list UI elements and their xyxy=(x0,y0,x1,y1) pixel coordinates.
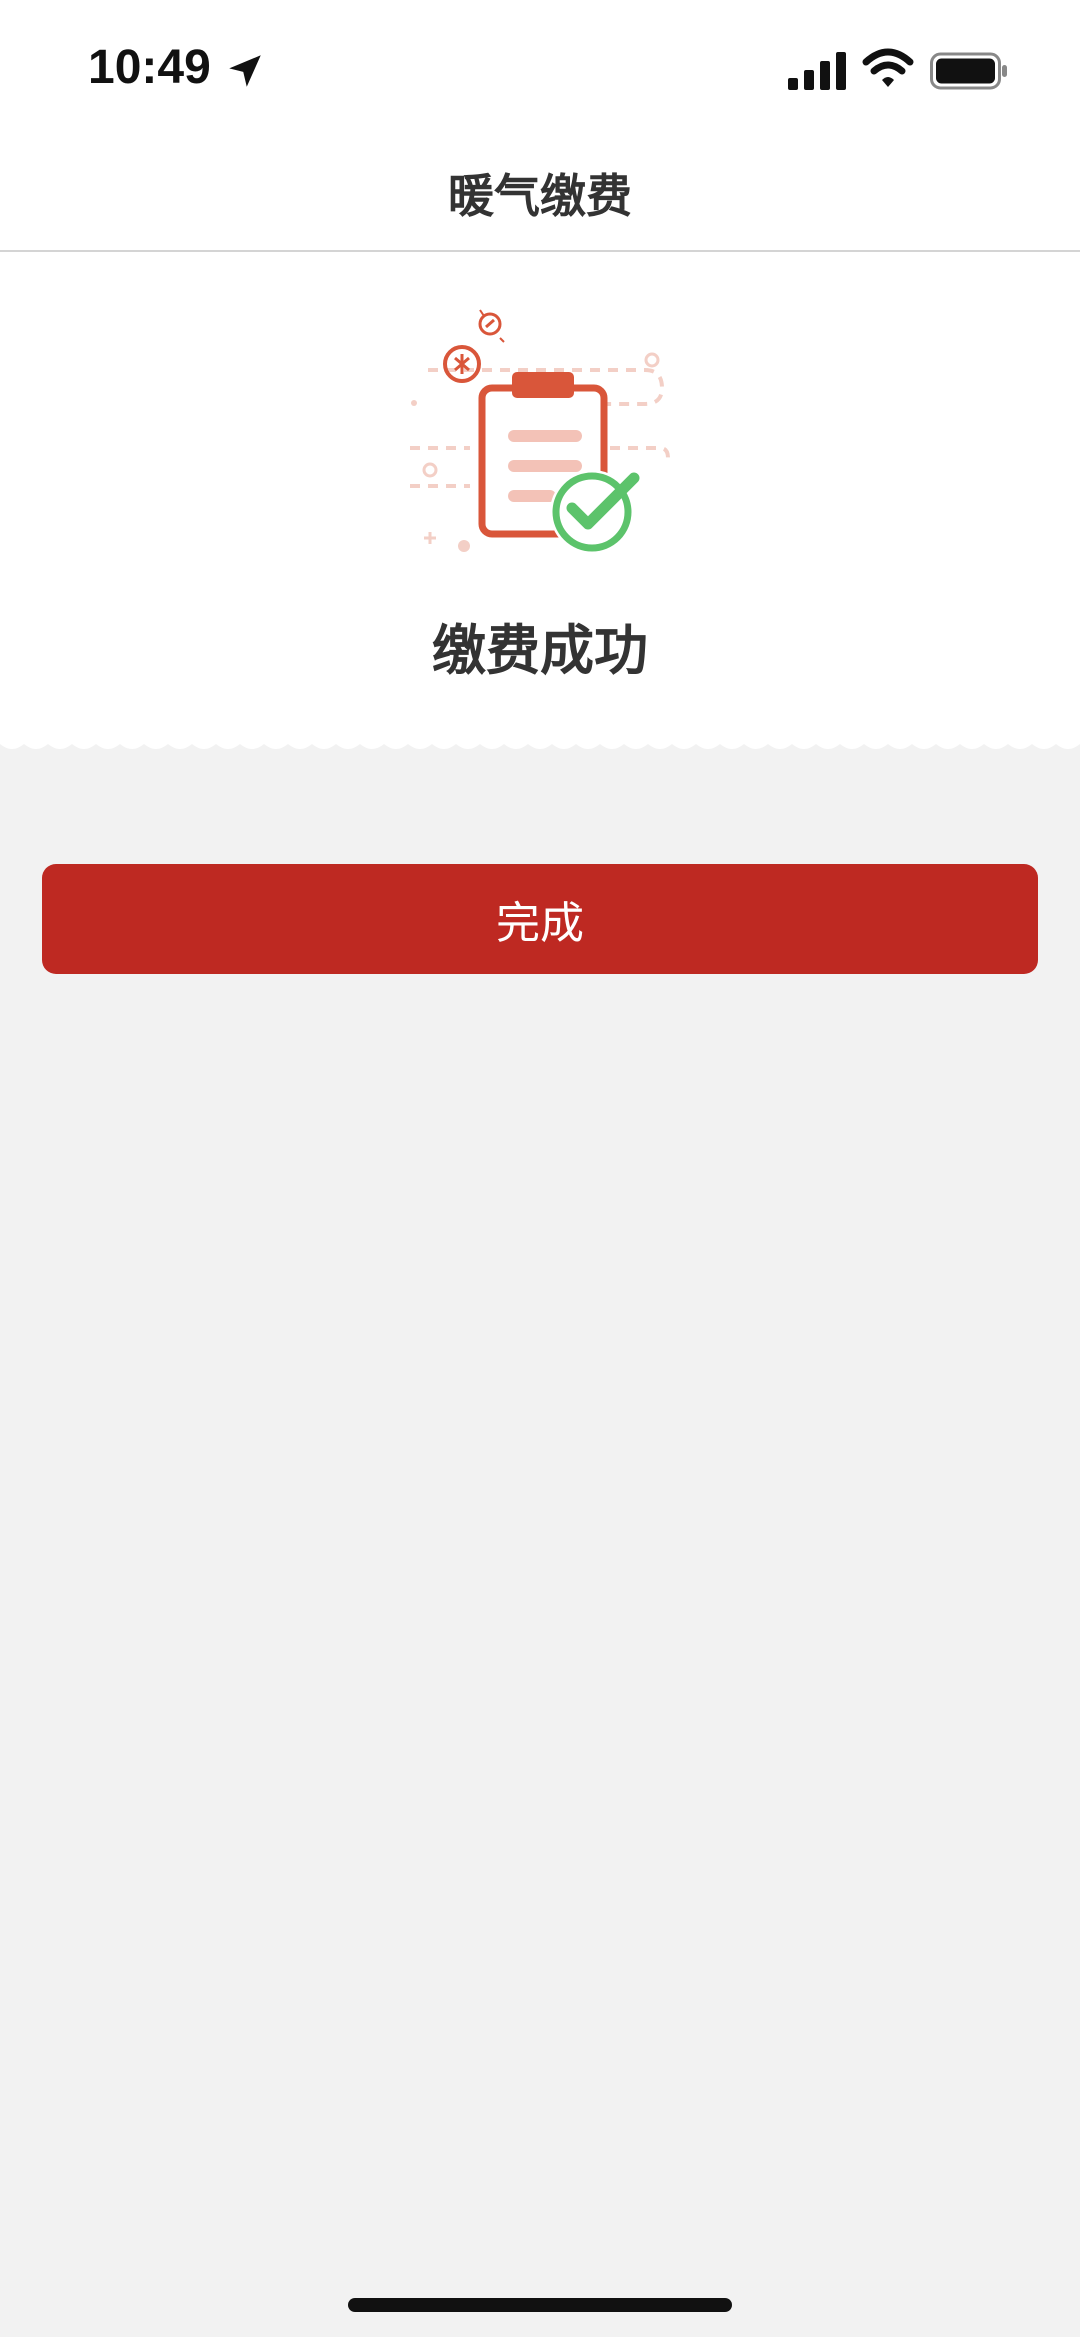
nav-bar: 暖气缴费 xyxy=(0,140,1080,252)
status-bar: 10:49 xyxy=(0,0,1080,140)
done-button[interactable]: 完成 xyxy=(42,864,1038,974)
clipboard-checkmark-icon xyxy=(410,309,670,554)
done-button-label: 完成 xyxy=(496,898,584,949)
location-arrow-icon xyxy=(229,55,261,87)
cellular-signal-icon xyxy=(788,52,846,90)
home-indicator[interactable] xyxy=(348,2298,732,2312)
page-title: 暖气缴费 xyxy=(448,169,632,223)
status-time: 10:49 xyxy=(88,41,211,94)
wifi-icon xyxy=(862,48,914,87)
battery-icon xyxy=(930,52,1007,90)
payment-success-title: 缴费成功 xyxy=(432,619,648,682)
card-scalloped-edge xyxy=(0,730,1080,749)
